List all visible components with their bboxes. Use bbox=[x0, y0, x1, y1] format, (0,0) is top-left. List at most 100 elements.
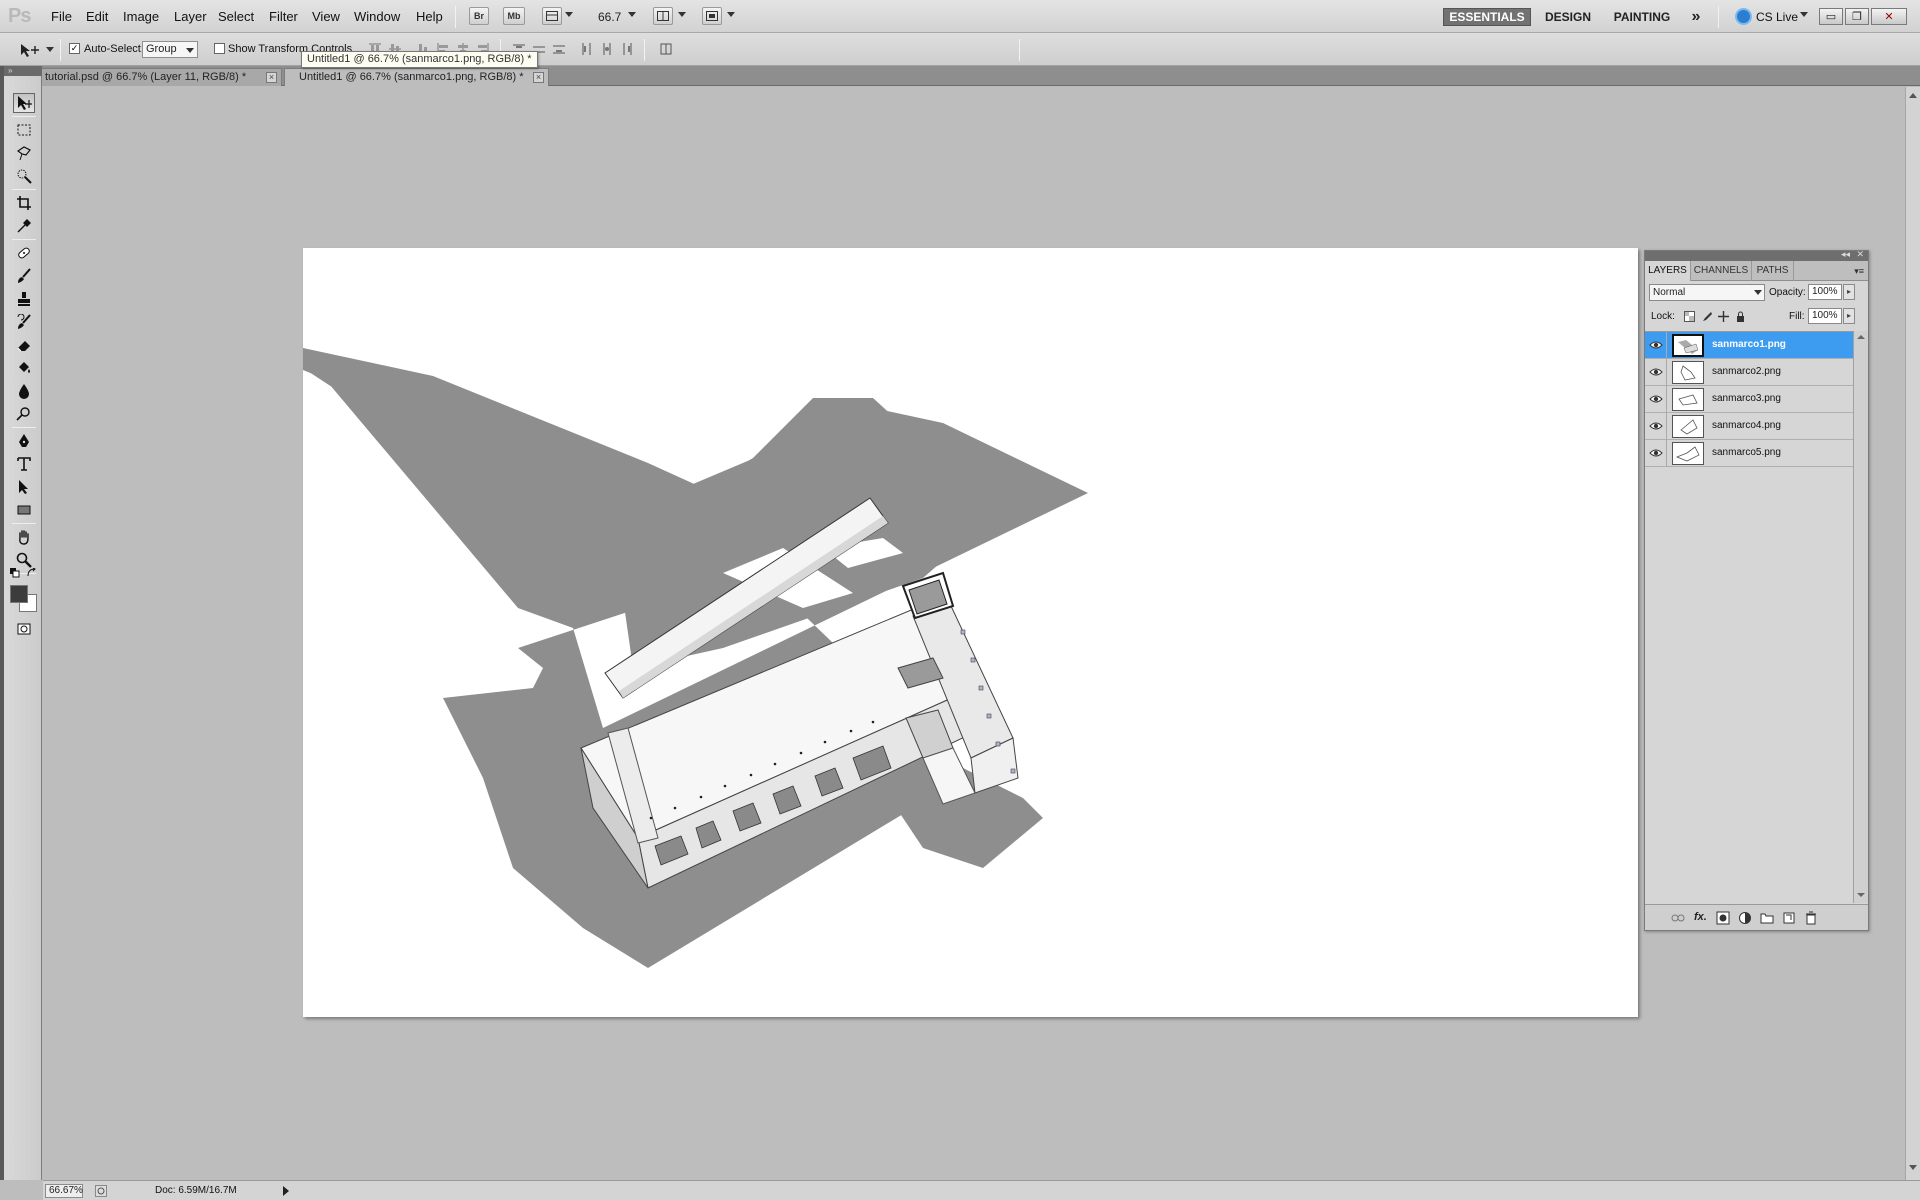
hand-tool-icon[interactable] bbox=[13, 527, 35, 547]
blend-mode-caret-icon[interactable] bbox=[1754, 290, 1762, 295]
blend-mode-dropdown[interactable]: Normal bbox=[1649, 284, 1765, 301]
menu-select[interactable]: Select bbox=[218, 9, 254, 24]
lasso-tool-icon[interactable] bbox=[13, 143, 35, 163]
delete-layer-icon[interactable] bbox=[1804, 911, 1818, 925]
link-layers-icon[interactable] bbox=[1671, 911, 1685, 925]
restore-button[interactable]: ❐ bbox=[1845, 8, 1869, 25]
adjustment-layer-icon[interactable] bbox=[1738, 911, 1752, 925]
visibility-eye-icon[interactable] bbox=[1649, 393, 1663, 405]
status-zoom-field[interactable]: 66.67% bbox=[45, 1184, 83, 1198]
distribute-right-icon[interactable] bbox=[620, 42, 634, 56]
swap-colors-icon[interactable] bbox=[27, 568, 37, 578]
close-button[interactable]: ✕ bbox=[1871, 8, 1907, 25]
workspace-painting[interactable]: PAINTING bbox=[1612, 8, 1672, 26]
lock-image-pixels-icon[interactable] bbox=[1701, 311, 1712, 322]
lock-all-icon[interactable] bbox=[1735, 311, 1746, 322]
close-tab-icon[interactable]: × bbox=[533, 72, 544, 83]
eraser-tool-icon[interactable] bbox=[13, 335, 35, 355]
add-layer-mask-icon[interactable] bbox=[1716, 911, 1730, 925]
cs-live-icon[interactable] bbox=[1735, 8, 1752, 25]
close-panel-icon[interactable]: ✕ bbox=[1856, 249, 1864, 260]
minimize-button[interactable]: ▭ bbox=[1819, 8, 1843, 25]
tab-layers[interactable]: LAYERS bbox=[1645, 261, 1691, 281]
history-brush-tool-icon[interactable] bbox=[13, 312, 35, 332]
scroll-down-icon[interactable] bbox=[1909, 1165, 1917, 1170]
distribute-bottom-icon[interactable] bbox=[552, 42, 566, 56]
layer-style-fx-icon[interactable]: fx. bbox=[1694, 911, 1708, 925]
menu-file[interactable]: File bbox=[51, 9, 72, 24]
layer-row[interactable]: sanmarco5.png bbox=[1645, 440, 1853, 467]
view-extras-button[interactable] bbox=[542, 7, 562, 25]
menu-filter[interactable]: Filter bbox=[269, 9, 298, 24]
panel-titlebar[interactable]: ◂◂ ✕ bbox=[1645, 249, 1868, 261]
close-tab-icon[interactable]: × bbox=[266, 72, 277, 83]
scroll-down-icon[interactable] bbox=[1857, 893, 1865, 897]
menu-layer[interactable]: Layer bbox=[174, 9, 207, 24]
show-transform-checkbox[interactable] bbox=[214, 43, 225, 54]
lock-position-icon[interactable] bbox=[1718, 311, 1729, 322]
menu-image[interactable]: Image bbox=[123, 9, 159, 24]
arrange-documents-button[interactable] bbox=[653, 7, 673, 25]
marquee-tool-icon[interactable] bbox=[13, 120, 35, 140]
healing-brush-tool-icon[interactable] bbox=[13, 243, 35, 263]
auto-select-checkbox[interactable]: ✓ bbox=[69, 43, 80, 54]
bridge-button[interactable]: Br bbox=[469, 7, 489, 25]
type-tool-icon[interactable] bbox=[13, 454, 35, 474]
new-group-icon[interactable] bbox=[1760, 911, 1774, 925]
fill-field[interactable]: 100% bbox=[1808, 308, 1842, 324]
zoom-tool-icon[interactable] bbox=[13, 550, 35, 570]
tab-tutorial-psd[interactable]: tutorial.psd @ 66.7% (Layer 11, RGB/8) *… bbox=[38, 68, 282, 86]
tools-panel-collapse-icon[interactable]: » bbox=[4, 66, 42, 76]
brush-tool-icon[interactable] bbox=[13, 266, 35, 286]
tab-untitled1[interactable]: Untitled1 @ 66.7% (sanmarco1.png, RGB/8)… bbox=[284, 68, 549, 86]
eyedropper-tool-icon[interactable] bbox=[13, 216, 35, 236]
crop-tool-icon[interactable] bbox=[13, 193, 35, 213]
layers-scrollbar[interactable] bbox=[1853, 331, 1868, 903]
screen-mode-button[interactable] bbox=[702, 7, 722, 25]
status-info-icon[interactable] bbox=[95, 1185, 107, 1197]
lock-transparent-pixels-icon[interactable] bbox=[1684, 311, 1695, 322]
minibridge-button[interactable]: Mb bbox=[503, 7, 525, 25]
more-workspaces-button[interactable]: » bbox=[1686, 8, 1706, 26]
foreground-color-swatch[interactable] bbox=[10, 585, 28, 603]
move-tool-preset-icon[interactable] bbox=[19, 42, 43, 58]
workspace-design[interactable]: DESIGN bbox=[1545, 8, 1591, 26]
quick-selection-tool-icon[interactable] bbox=[13, 166, 35, 186]
document-canvas[interactable] bbox=[303, 248, 1638, 1017]
zoom-caret-icon[interactable] bbox=[628, 12, 636, 17]
quick-mask-icon[interactable] bbox=[13, 619, 35, 639]
default-colors-icon[interactable] bbox=[10, 568, 20, 578]
tool-preset-caret-icon[interactable] bbox=[46, 47, 54, 52]
layer-row[interactable]: sanmarco3.png bbox=[1645, 386, 1853, 413]
arrange-caret-icon[interactable] bbox=[678, 12, 686, 17]
workspace-essentials[interactable]: ESSENTIALS bbox=[1443, 8, 1531, 26]
menu-view[interactable]: View bbox=[312, 9, 340, 24]
layer-row[interactable]: sanmarco1.png bbox=[1645, 332, 1853, 359]
visibility-eye-icon[interactable] bbox=[1649, 366, 1663, 378]
move-tool-icon[interactable] bbox=[13, 93, 35, 113]
distribute-horizontal-center-icon[interactable] bbox=[600, 42, 614, 56]
tab-channels[interactable]: CHANNELS bbox=[1691, 261, 1752, 281]
status-menu-arrow-icon[interactable] bbox=[283, 1186, 289, 1196]
screen-mode-caret-icon[interactable] bbox=[727, 12, 735, 17]
auto-align-layers-icon[interactable] bbox=[659, 42, 673, 56]
layer-row[interactable]: sanmarco2.png bbox=[1645, 359, 1853, 386]
distribute-left-icon[interactable] bbox=[580, 42, 594, 56]
view-extras-caret-icon[interactable] bbox=[565, 12, 573, 17]
pen-tool-icon[interactable] bbox=[13, 431, 35, 451]
scroll-up-icon[interactable] bbox=[1857, 335, 1865, 339]
clone-stamp-tool-icon[interactable] bbox=[13, 289, 35, 309]
visibility-eye-icon[interactable] bbox=[1649, 447, 1663, 459]
vertical-scrollbar[interactable] bbox=[1905, 87, 1920, 1181]
zoom-level[interactable]: 66.7 bbox=[598, 10, 621, 24]
blur-tool-icon[interactable] bbox=[13, 381, 35, 401]
visibility-eye-icon[interactable] bbox=[1649, 420, 1663, 432]
menu-edit[interactable]: Edit bbox=[86, 9, 108, 24]
visibility-eye-icon[interactable] bbox=[1649, 339, 1663, 351]
paint-bucket-tool-icon[interactable] bbox=[13, 358, 35, 378]
new-layer-icon[interactable] bbox=[1782, 911, 1796, 925]
tab-paths[interactable]: PATHS bbox=[1752, 261, 1794, 281]
fill-slider-button[interactable]: ▸ bbox=[1843, 308, 1855, 324]
opacity-field[interactable]: 100% bbox=[1808, 284, 1842, 300]
scroll-up-icon[interactable] bbox=[1909, 93, 1917, 98]
